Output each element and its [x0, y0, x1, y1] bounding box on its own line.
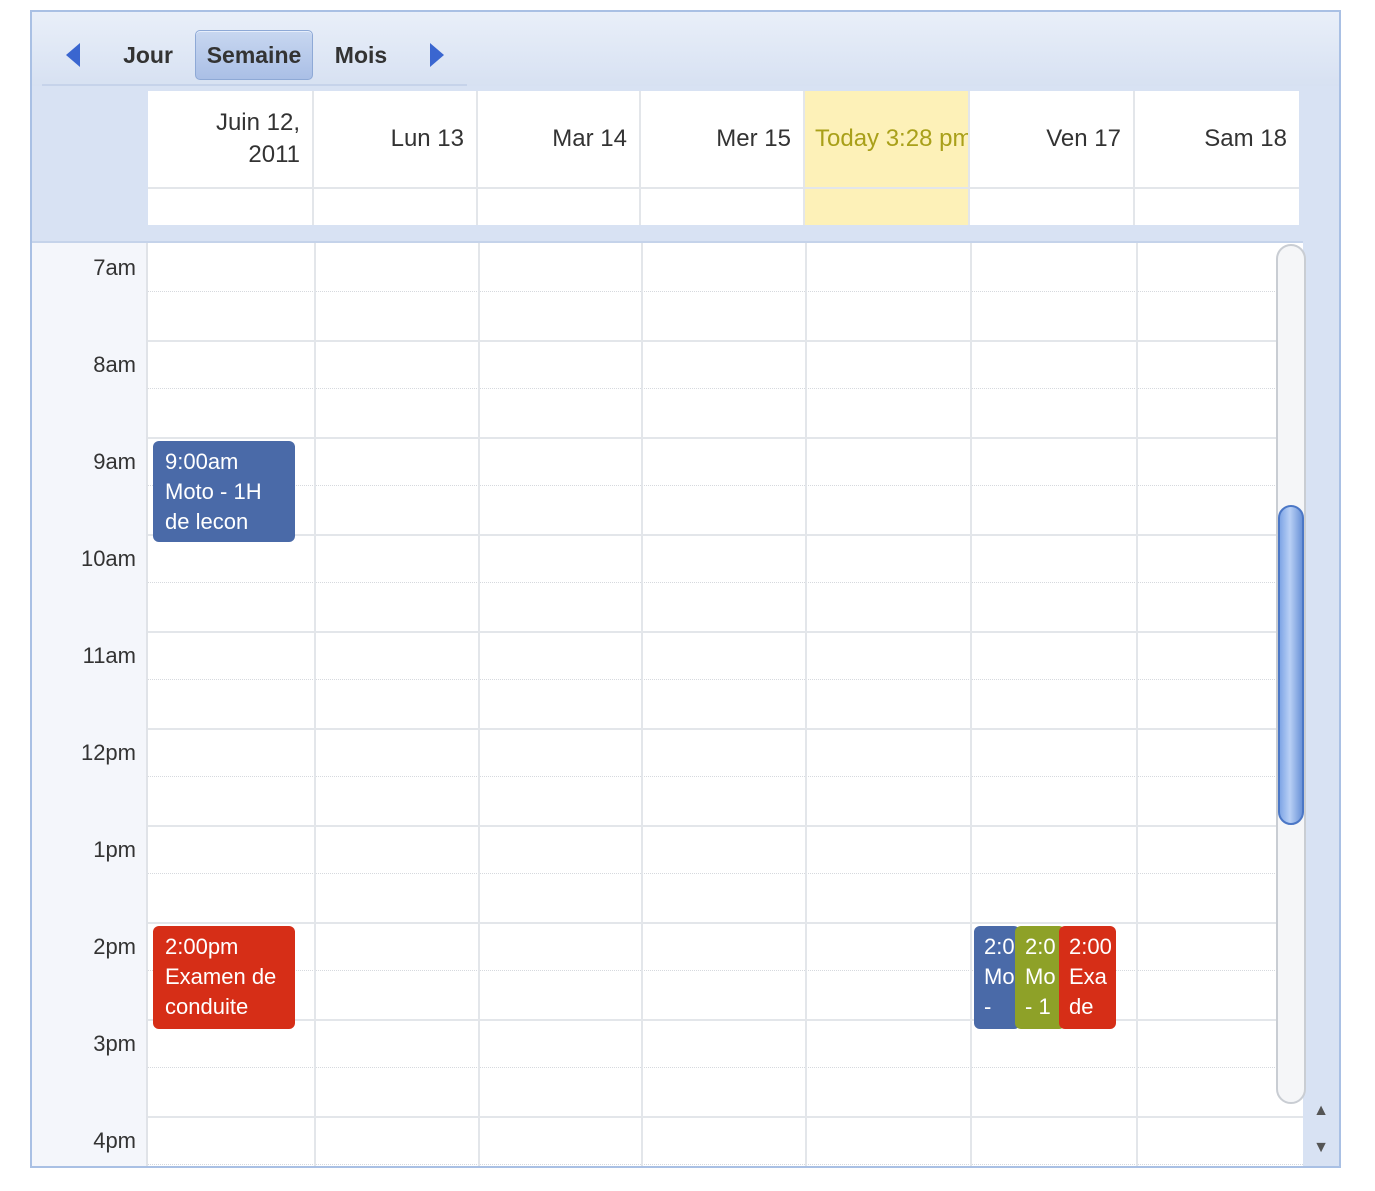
- allday-cell[interactable]: [478, 187, 639, 225]
- hour-line: [148, 825, 1303, 827]
- arrow-right-icon: [430, 43, 444, 67]
- day-header-label: Juin 12, 2011: [215, 109, 300, 168]
- half-hour-line: [148, 970, 1303, 971]
- event-time: 2:00: [1069, 934, 1112, 959]
- arrow-left-icon: [66, 43, 80, 67]
- allday-cell[interactable]: [641, 187, 803, 225]
- hour-line: [148, 1116, 1303, 1118]
- day-column-divider: [478, 243, 480, 1166]
- time-grid[interactable]: 7am 8am 9am 10am 11am 12pm 1pm 2pm 3pm 4…: [32, 241, 1303, 1166]
- hour-label: 11am: [82, 643, 136, 668]
- calendar-event[interactable]: 2:0 Mo -: [974, 926, 1020, 1029]
- hour-label: 1pm: [93, 837, 136, 862]
- calendar-widget: Jour Semaine Mois Juin 12, 2011 Lun 13 M…: [30, 10, 1341, 1168]
- view-day-button[interactable]: Jour: [108, 30, 188, 80]
- half-hour-line: [148, 776, 1303, 777]
- calendar-event[interactable]: 2:00 Exa de: [1059, 926, 1116, 1029]
- view-month-label: Mois: [334, 41, 388, 68]
- half-hour-line: [148, 291, 1303, 292]
- view-week-label: Semaine: [206, 41, 302, 68]
- day-header-tue[interactable]: Mar 14: [478, 91, 641, 225]
- hour-line: [148, 534, 1303, 536]
- next-button[interactable]: [422, 30, 452, 80]
- day-header-label: Lun 13: [390, 125, 464, 152]
- hour-label: 9am: [93, 449, 136, 474]
- day-header-today[interactable]: Today 3:28 pm: [805, 91, 970, 225]
- calendar-event[interactable]: 2:00pm Examen de conduite: [153, 926, 295, 1029]
- event-title: Moto - 1H: [165, 479, 262, 504]
- hour-label: 4pm: [93, 1128, 136, 1153]
- event-time: 9:00am: [165, 449, 239, 474]
- hour-label: 10am: [80, 546, 136, 571]
- day-header-sat[interactable]: Sam 18: [1135, 91, 1299, 225]
- day-header-sun[interactable]: Juin 12, 2011: [148, 91, 314, 225]
- day-header-label: Ven 17: [1046, 125, 1121, 152]
- event-title: conduite: [165, 994, 249, 1019]
- allday-cell[interactable]: [970, 187, 1133, 225]
- day-column-divider: [314, 243, 316, 1166]
- scrollbar-thumb[interactable]: [1278, 505, 1304, 825]
- prev-button[interactable]: [58, 30, 88, 80]
- half-hour-line: [148, 679, 1303, 680]
- event-title: Exa: [1069, 964, 1107, 989]
- toolbar-divider: [42, 84, 467, 86]
- day-column-divider: [1136, 243, 1138, 1166]
- half-hour-line: [148, 485, 1303, 486]
- day-header-row: Juin 12, 2011 Lun 13 Mar 14 Mer 15 Today…: [148, 91, 1299, 225]
- half-hour-line: [148, 388, 1303, 389]
- view-week-button[interactable]: Semaine: [195, 30, 313, 80]
- scroll-up-icon[interactable]: ▲: [1308, 1098, 1334, 1124]
- half-hour-line: [148, 1067, 1303, 1068]
- day-column-divider: [805, 243, 807, 1166]
- hour-label: 7am: [93, 255, 136, 280]
- day-header-label: Today 3:28 pm: [815, 125, 968, 152]
- hour-line: [148, 631, 1303, 633]
- view-day-label: Jour: [123, 41, 173, 68]
- calendar-toolbar: Jour Semaine Mois: [32, 12, 1339, 86]
- view-month-button[interactable]: Mois: [320, 30, 402, 80]
- allday-cell[interactable]: [314, 187, 476, 225]
- scroll-down-icon[interactable]: ▼: [1308, 1135, 1334, 1161]
- day-header-label: Sam 18: [1204, 125, 1287, 152]
- calendar-event[interactable]: 2:0 Mo - 1: [1015, 926, 1065, 1029]
- day-header-label: Mer 15: [716, 125, 791, 152]
- hour-line: [148, 340, 1303, 342]
- day-header-wed[interactable]: Mer 15: [641, 91, 805, 225]
- hour-label: 2pm: [93, 934, 136, 959]
- day-header-fri[interactable]: Ven 17: [970, 91, 1135, 225]
- hour-label: 8am: [93, 352, 136, 377]
- event-title: de: [1069, 994, 1094, 1019]
- hour-line: [148, 1019, 1303, 1021]
- hour-line: [148, 922, 1303, 924]
- hour-label: 3pm: [93, 1031, 136, 1056]
- hour-line: [148, 437, 1303, 439]
- day-header-label: Mar 14: [552, 125, 627, 152]
- hour-label: 12pm: [80, 740, 136, 765]
- event-title: de lecon: [165, 509, 249, 534]
- time-gutter: 7am 8am 9am 10am 11am 12pm 1pm 2pm 3pm 4…: [32, 243, 148, 1166]
- allday-cell[interactable]: [148, 187, 312, 225]
- allday-cell[interactable]: [1135, 187, 1299, 225]
- allday-cell[interactable]: [805, 187, 968, 225]
- day-header-mon[interactable]: Lun 13: [314, 91, 478, 225]
- half-hour-line: [148, 1164, 1303, 1165]
- calendar-event[interactable]: 9:00am Moto - 1H de lecon: [153, 441, 295, 542]
- day-column-divider: [641, 243, 643, 1166]
- day-column-divider: [970, 243, 972, 1166]
- half-hour-line: [148, 873, 1303, 874]
- event-time: 2:00pm: [165, 934, 239, 959]
- half-hour-line: [148, 582, 1303, 583]
- event-title: Examen de: [165, 964, 277, 989]
- hour-line: [148, 728, 1303, 730]
